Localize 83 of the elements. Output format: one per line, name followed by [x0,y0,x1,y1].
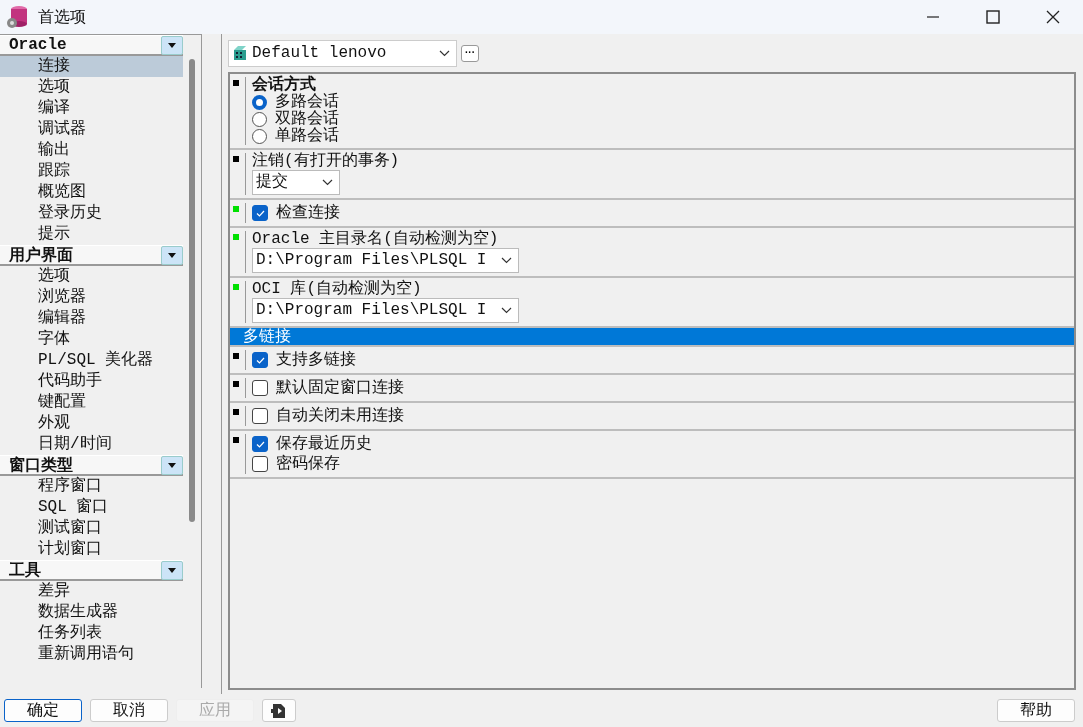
sidebar-item[interactable]: 重新调用语句 [0,644,184,665]
caret-icon [168,252,177,258]
dialog-button[interactable]: 取消 [90,699,168,722]
path-dropdown[interactable]: D:\Program Files\PLSQL I [252,298,519,323]
radio-button[interactable] [252,112,267,127]
dropdown-button[interactable] [161,560,184,580]
sidebar-item[interactable]: 编译 [0,98,184,119]
radio-button[interactable] [252,129,267,144]
sidebar-item[interactable]: 数据生成器 [0,602,184,623]
checkbox[interactable] [252,456,268,472]
dropdown[interactable]: 提交 [252,170,340,195]
checkmark-icon [255,356,265,364]
building-icon [232,45,248,61]
more-button[interactable]: ··· [461,44,479,62]
chevron-icon [501,307,512,314]
path-dropdown[interactable]: D:\Program Files\PLSQL I [252,248,519,273]
group-title: 用户界面 [9,245,73,266]
option-label: 双路会话 [275,111,339,128]
checkbox[interactable] [252,436,268,452]
group-heading: 会话方式 [252,77,316,94]
caret-icon [168,42,177,48]
sidebar-item[interactable]: PL/SQL 美化器 [0,350,184,371]
icon-button[interactable] [262,699,296,722]
option-label: 单路会话 [275,128,339,145]
section-header: 多链接 [230,328,1074,347]
sidebar-item[interactable]: 浏览器 [0,287,184,308]
chevron-icon [322,179,333,186]
profile-dropdown[interactable]: Default lenovo [228,39,457,67]
dropdown-button[interactable] [161,245,184,265]
caret-icon [168,567,177,573]
checkbox-label: 检查连接 [276,204,340,222]
document-arrow-icon [270,702,288,719]
sidebar-item[interactable]: 差异 [0,581,184,602]
maximize-icon [986,10,1000,24]
sidebar-item[interactable]: 字体 [0,329,184,350]
sidebar-item[interactable]: 键配置 [0,392,184,413]
group-title: Oracle [9,36,67,54]
sidebar-item[interactable]: 计划窗口 [0,539,184,560]
sidebar-item[interactable]: 任务列表 [0,623,184,644]
dialog-button[interactable]: 确定 [4,699,82,722]
sidebar-item[interactable]: 测试窗口 [0,518,184,539]
sidebar-item[interactable]: 跟踪 [0,161,184,182]
database-gear-icon [6,5,28,29]
dropdown-button[interactable] [161,455,184,475]
checkbox-label: 保存最近历史 [276,435,372,453]
close-icon [1046,10,1060,24]
checkbox-label: 自动关闭未用连接 [276,407,404,425]
sidebar-item[interactable]: 程序窗口 [0,476,184,497]
caret-icon [168,462,177,468]
dialog-button[interactable]: 帮助 [997,699,1075,722]
sidebar-item[interactable]: 日期/时间 [0,434,184,455]
scrollbar-thumb[interactable] [189,59,196,522]
chevron-icon [501,257,512,264]
sidebar-item[interactable]: 选项 [0,266,184,287]
checkmark-icon [255,440,265,448]
sidebar-item[interactable]: SQL 窗口 [0,497,184,518]
field-label: Oracle 主目录名(自动检测为空) [252,231,500,248]
window-title: 首选项 [38,6,87,28]
sidebar-item[interactable]: 登录历史 [0,203,184,224]
sidebar-item[interactable]: 输出 [0,140,184,161]
checkbox-label: 默认固定窗口连接 [276,379,404,397]
checkbox-label: 密码保存 [276,455,340,473]
sidebar-item[interactable]: 外观 [0,413,184,434]
sidebar-item[interactable]: 调试器 [0,119,184,140]
group-title: 窗口类型 [9,455,73,476]
checkbox[interactable] [252,205,268,221]
chevron-icon [439,49,450,57]
sidebar-item[interactable]: 代码助手 [0,371,184,392]
checkbox[interactable] [252,408,268,424]
sidebar-item[interactable]: 选项 [0,77,184,98]
checkbox[interactable] [252,380,268,396]
group-title: 工具 [9,560,41,581]
checkbox-label: 支持多链接 [276,351,356,369]
radio-button[interactable] [252,95,267,110]
sidebar-item[interactable]: 概览图 [0,182,184,203]
sidebar-item[interactable]: 提示 [0,224,184,245]
field-label: OCI 库(自动检测为空) [252,281,423,298]
sidebar-item[interactable]: 连接 [0,56,184,77]
sidebar-item[interactable]: 编辑器 [0,308,184,329]
checkbox[interactable] [252,352,268,368]
checkmark-icon [255,209,265,217]
dropdown-button[interactable] [161,35,184,55]
field-label: 注销(有打开的事务) [252,153,400,170]
